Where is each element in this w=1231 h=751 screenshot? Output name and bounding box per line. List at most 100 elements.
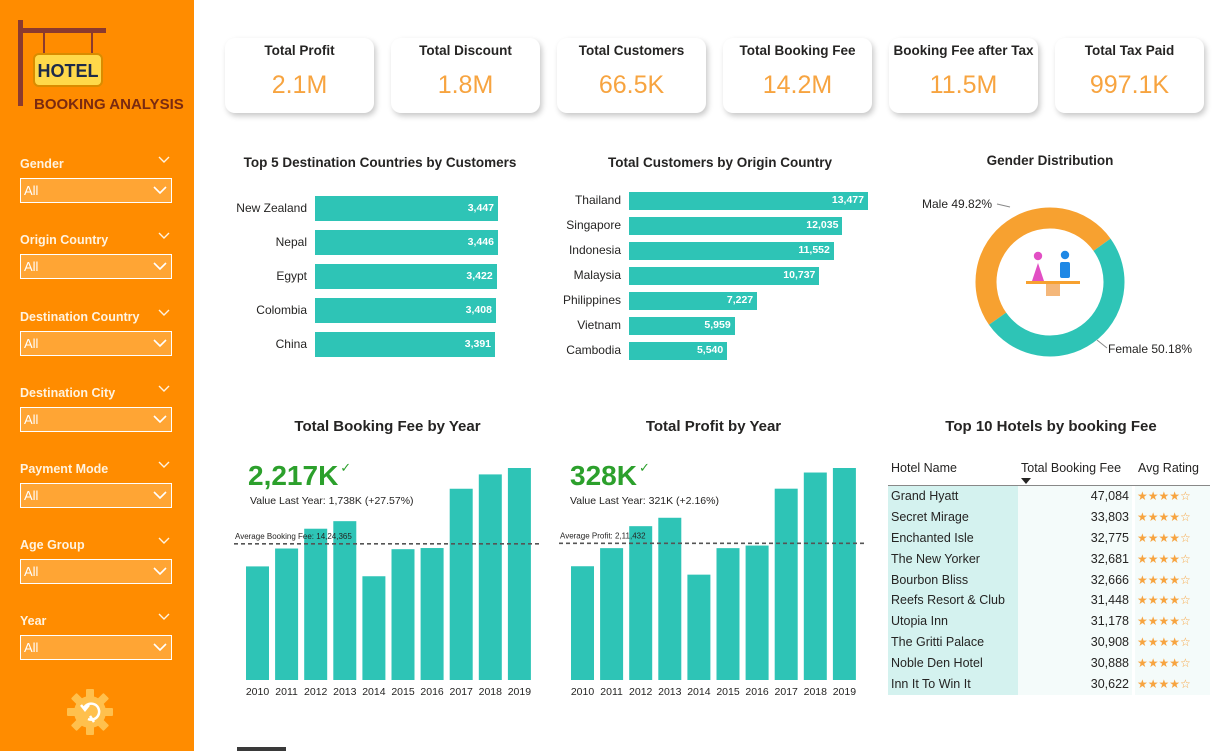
bar-2012[interactable] xyxy=(304,528,328,680)
star-rating-icon: ★★★★☆ xyxy=(1135,632,1210,654)
filter-selected-value: All xyxy=(24,336,39,351)
x-tick-label: 2017 xyxy=(775,686,799,698)
filter-sidebar: HOTEL BOOKING ANALYSIS Gender All Origin C… xyxy=(0,0,194,751)
bar-2019[interactable] xyxy=(832,468,856,680)
chevron-down-icon[interactable] xyxy=(158,307,170,319)
filter-dropdown[interactable]: All xyxy=(20,331,172,356)
filter-origin-country: Origin Country All xyxy=(20,232,172,279)
reset-filters-icon[interactable] xyxy=(64,686,116,738)
kpi-title: Booking Fee after Tax xyxy=(893,43,1034,58)
page-tab-indicator[interactable] xyxy=(237,747,286,751)
bar-2017[interactable] xyxy=(449,488,473,680)
hotel-name-cell: Bourbon Bliss xyxy=(888,569,1018,591)
star-rating-icon: ★★★★☆ xyxy=(1135,527,1210,549)
dest-chart-title: Top 5 Destination Countries by Customers xyxy=(243,155,517,170)
filter-dropdown[interactable]: All xyxy=(20,635,172,660)
bar-2016[interactable] xyxy=(745,545,769,680)
x-tick-label: 2018 xyxy=(804,686,828,698)
hotel-name-cell: Grand Hyatt xyxy=(888,486,1018,507)
chevron-down-icon[interactable] xyxy=(158,154,170,166)
filter-dropdown[interactable]: All xyxy=(20,178,172,203)
booking-fee-cell: 30,908 xyxy=(1018,632,1132,654)
bar-2016[interactable] xyxy=(420,548,444,680)
category-label: Singapore xyxy=(566,218,621,232)
x-tick-label: 2015 xyxy=(716,686,740,698)
hotel-name-cell: Utopia Inn xyxy=(888,611,1018,633)
x-tick-label: 2016 xyxy=(745,686,769,698)
hotel-name-cell: The Gritti Palace xyxy=(888,632,1018,654)
filter-dropdown[interactable]: All xyxy=(20,483,172,508)
chevron-down-icon[interactable] xyxy=(158,611,170,623)
kpi-card-total-tax-paid: Total Tax Paid 997.1K xyxy=(1055,38,1204,113)
category-label: Nepal xyxy=(275,234,307,249)
filter-label: Gender xyxy=(20,156,172,172)
table-row[interactable]: Secret Mirage 33,803 ★★★★☆ xyxy=(888,506,1210,528)
col-avg-rating[interactable]: Avg Rating xyxy=(1138,461,1199,475)
bar-2013[interactable] xyxy=(658,517,682,680)
kpi-value: 1.8M xyxy=(437,71,494,99)
bar-2015[interactable] xyxy=(391,549,415,680)
table-row[interactable]: The Gritti Palace 30,908 ★★★★☆ xyxy=(888,632,1210,654)
kpi-card-total-discount: Total Discount 1.8M xyxy=(391,38,540,113)
chevron-down-icon[interactable] xyxy=(158,535,170,547)
table-row[interactable]: Enchanted Isle 32,775 ★★★★☆ xyxy=(888,527,1210,549)
hotel-name-cell: Noble Den Hotel xyxy=(888,653,1018,675)
bar-2018[interactable] xyxy=(803,472,827,680)
category-label: Colombia xyxy=(256,302,307,317)
col-hotel-name[interactable]: Hotel Name xyxy=(891,461,957,475)
bar-2010[interactable] xyxy=(571,566,594,680)
bar-2017[interactable] xyxy=(774,488,798,680)
profit-year-title: Total Profit by Year xyxy=(645,418,782,435)
chevron-down-icon[interactable] xyxy=(158,230,170,242)
filter-label-text: Destination Country xyxy=(20,310,140,324)
table-row[interactable]: Grand Hyatt 47,084 ★★★★☆ xyxy=(888,486,1210,507)
bar-2014[interactable] xyxy=(687,574,711,680)
bar-2019[interactable] xyxy=(507,468,531,680)
table-row[interactable]: The New Yorker 32,681 ★★★★☆ xyxy=(888,548,1210,570)
bar-2018[interactable] xyxy=(478,474,502,680)
col-total-booking-fee[interactable]: Total Booking Fee xyxy=(1021,461,1121,475)
bar-2014[interactable] xyxy=(362,576,386,680)
data-label: 12,035 xyxy=(806,219,839,231)
table-row[interactable]: Inn It To Win It 30,622 ★★★★☆ xyxy=(888,674,1210,695)
bar-2010[interactable] xyxy=(246,566,269,680)
filter-destination-city: Destination City All xyxy=(20,385,172,432)
table-row[interactable]: Noble Den Hotel 30,888 ★★★★☆ xyxy=(888,653,1210,675)
x-tick-label: 2016 xyxy=(420,686,444,698)
filter-dropdown[interactable]: All xyxy=(20,254,172,279)
data-label: 13,477 xyxy=(831,194,864,206)
x-tick-label: 2014 xyxy=(362,686,386,698)
star-rating-icon: ★★★★☆ xyxy=(1135,611,1210,633)
bar-2011[interactable] xyxy=(600,548,624,680)
table-row[interactable]: Bourbon Bliss 32,666 ★★★★☆ xyxy=(888,569,1210,591)
category-label: New Zealand xyxy=(236,200,307,215)
filter-gender: Gender All xyxy=(20,156,172,203)
kpi-card-total-customers: Total Customers 66.5K xyxy=(557,38,706,113)
gender-donut-chart: Male 49.82% Female 50.18% xyxy=(922,197,1192,357)
filter-dropdown[interactable]: All xyxy=(20,559,172,584)
table-row[interactable]: Utopia Inn 31,178 ★★★★☆ xyxy=(888,611,1210,633)
sort-desc-icon[interactable] xyxy=(1021,478,1031,484)
star-rating-icon: ★★★★☆ xyxy=(1135,486,1210,507)
booking-fee-cell: 31,178 xyxy=(1018,611,1132,633)
booking-fee-cell: 32,666 xyxy=(1018,569,1132,591)
x-tick-label: 2014 xyxy=(687,686,711,698)
table-row[interactable]: Reefs Resort & Club 31,448 ★★★★☆ xyxy=(888,590,1210,612)
category-label: Indonesia xyxy=(568,243,621,257)
filter-payment-mode: Payment Mode All xyxy=(20,461,172,508)
category-label: Egypt xyxy=(276,268,307,283)
filter-dropdown[interactable]: All xyxy=(20,407,172,432)
chevron-down-icon[interactable] xyxy=(158,459,170,471)
dropdown-arrow-icon xyxy=(153,643,167,652)
bar-2013[interactable] xyxy=(333,521,357,680)
bar-2012[interactable] xyxy=(629,526,653,680)
bar-2015[interactable] xyxy=(716,548,740,680)
kpi-title: Total Booking Fee xyxy=(739,43,856,58)
star-rating-icon: ★★★★☆ xyxy=(1135,674,1210,695)
hotel-name-cell: Enchanted Isle xyxy=(888,527,1018,549)
profit-year-bar-chart: 2010 2011 2012 2013 2014 2015 2016 2017 2018 2019… xyxy=(559,468,865,698)
bar-2011[interactable] xyxy=(275,548,299,680)
hotel-name-cell: Inn It To Win It xyxy=(888,674,1018,695)
chevron-down-icon[interactable] xyxy=(158,383,170,395)
hotel-name-cell: Reefs Resort & Club xyxy=(888,590,1018,612)
